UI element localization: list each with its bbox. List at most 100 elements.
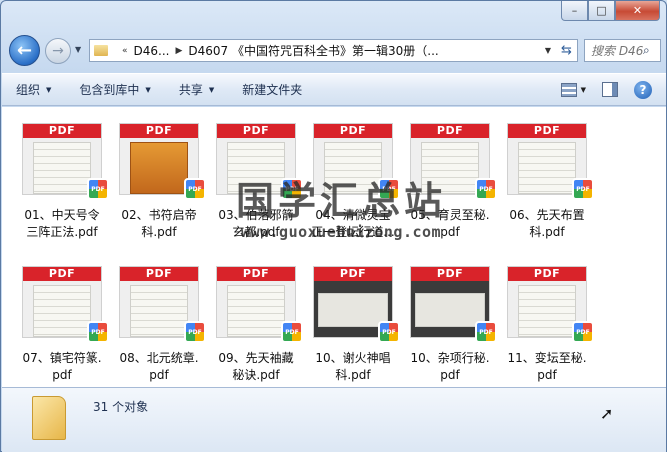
- pdf-thumbnail: PDF PDF: [216, 123, 303, 200]
- maximize-button[interactable]: □: [588, 1, 615, 21]
- close-button[interactable]: ✕: [615, 1, 660, 21]
- new-folder-label: 新建文件夹: [242, 83, 303, 97]
- refresh-button[interactable]: ⇆: [556, 39, 578, 62]
- pdf-app-icon: PDF: [378, 178, 400, 200]
- pdf-app-icon: PDF: [572, 178, 594, 200]
- explorer-window: – □ ✕ ← → ▼ « D46... ▶ D4607 《中国符咒百科全书》第…: [0, 0, 667, 452]
- file-item[interactable]: PDF PDF 10、杂项行秘. pdf: [402, 258, 498, 382]
- file-item[interactable]: PDF PDF 02、书符启帝 科.pdf: [111, 115, 207, 239]
- file-name: 05、育灵至秘. pdf: [410, 208, 490, 239]
- breadcrumb-current[interactable]: D4607 《中国符咒百科全书》第一辑30册（...: [188, 42, 438, 59]
- file-item[interactable]: PDF PDF 05、育灵至秘. pdf: [402, 115, 498, 239]
- address-bar[interactable]: « D46... ▶ D4607 《中国符咒百科全书》第一辑30册（... ▼: [89, 39, 557, 62]
- navigation-bar: ← → ▼ « D46... ▶ D4607 《中国符咒百科全书》第一辑30册（…: [9, 35, 661, 66]
- pdf-label: PDF: [23, 124, 101, 138]
- share-label: 共享: [178, 83, 203, 97]
- folder-icon: [32, 396, 66, 440]
- pdf-thumbnail: PDF PDF: [119, 123, 206, 200]
- share-menu[interactable]: 共享 ▼: [165, 81, 228, 98]
- pdf-label: PDF: [217, 124, 295, 138]
- pdf-thumbnail: PDF PDF: [22, 266, 109, 343]
- pdf-thumbnail: PDF PDF: [313, 123, 400, 200]
- pdf-label: PDF: [411, 124, 489, 138]
- recent-pages-dropdown[interactable]: ▼: [75, 45, 81, 54]
- breadcrumb-parent[interactable]: D46...: [134, 44, 170, 58]
- pdf-label: PDF: [120, 267, 198, 281]
- file-name: 10、谢火神唱 科.pdf: [315, 351, 391, 382]
- pdf-thumbnail: PDF PDF: [119, 266, 206, 343]
- command-toolbar: 组织 ▼ 包含到库中 ▼ 共享 ▼ 新建文件夹 ▼ ?: [2, 73, 666, 106]
- pdf-app-icon: PDF: [475, 178, 497, 200]
- pdf-label: PDF: [217, 267, 295, 281]
- file-item[interactable]: PDF PDF 07、镇宅符篆. pdf: [14, 258, 110, 382]
- mouse-pointer-icon: ➚: [600, 404, 614, 423]
- pdf-label: PDF: [508, 267, 586, 281]
- pdf-label: PDF: [314, 124, 392, 138]
- pdf-label: PDF: [508, 124, 586, 138]
- file-item[interactable]: PDF PDF 10、谢火神唱 科.pdf: [305, 258, 401, 382]
- search-input[interactable]: [591, 43, 643, 58]
- new-folder-button[interactable]: 新建文件夹: [228, 81, 316, 98]
- toolbar-right-group: ▼ ?: [560, 80, 666, 99]
- pdf-thumbnail: PDF PDF: [216, 266, 303, 343]
- pdf-thumbnail: PDF PDF: [22, 123, 109, 200]
- organize-label: 组织: [16, 83, 41, 97]
- organize-menu[interactable]: 组织 ▼: [2, 81, 65, 98]
- pdf-label: PDF: [23, 267, 101, 281]
- search-icon[interactable]: ⌕: [643, 43, 650, 58]
- file-item[interactable]: PDF PDF 09、先天袖藏 秘诀.pdf: [208, 258, 304, 382]
- pdf-thumbnail: PDF PDF: [410, 266, 497, 343]
- chevron-down-icon: ▼: [145, 85, 151, 94]
- pdf-app-icon: PDF: [184, 321, 206, 343]
- include-in-library-menu[interactable]: 包含到库中 ▼: [65, 81, 164, 98]
- file-name: 08、北元统章. pdf: [119, 351, 199, 382]
- pdf-app-icon: PDF: [87, 321, 109, 343]
- file-name: 04、清微灵宝 正一登坛行道...: [311, 208, 395, 239]
- pdf-thumbnail: PDF PDF: [313, 266, 400, 343]
- folder-icon: [94, 45, 108, 56]
- chevron-down-icon: ▼: [580, 85, 586, 94]
- item-count: 31 个对象: [93, 400, 149, 414]
- file-name: 11、变坛至秘. pdf: [507, 351, 587, 382]
- help-icon[interactable]: ?: [634, 80, 652, 99]
- forward-arrow-icon: →: [52, 43, 64, 59]
- pdf-label: PDF: [120, 124, 198, 138]
- pdf-app-icon: PDF: [475, 321, 497, 343]
- preview-pane-icon[interactable]: [602, 82, 618, 97]
- file-item[interactable]: PDF PDF 11、变坛至秘. pdf: [499, 258, 595, 382]
- chevron-down-icon: ▼: [208, 85, 215, 94]
- file-item[interactable]: PDF PDF 01、中天号令 三阵正法.pdf: [14, 115, 110, 239]
- include-in-library-label: 包含到库中: [79, 83, 140, 97]
- pdf-app-icon: PDF: [281, 321, 303, 343]
- minimize-button[interactable]: –: [561, 1, 588, 21]
- pdf-app-icon: PDF: [87, 178, 109, 200]
- change-view-button[interactable]: ▼: [560, 82, 586, 97]
- file-name: 07、镇宅符篆. pdf: [22, 351, 102, 382]
- file-item[interactable]: PDF PDF 04、清微灵宝 正一登坛行道...: [305, 115, 401, 239]
- details-pane: 31 个对象 ➚: [2, 387, 666, 452]
- caption-buttons: – □ ✕: [561, 1, 660, 23]
- file-item[interactable]: PDF PDF 03、伯落邪箭 玄都.pdf: [208, 115, 304, 239]
- file-name: 10、杂项行秘. pdf: [410, 351, 490, 382]
- file-item[interactable]: PDF PDF 06、先天布置 科.pdf: [499, 115, 595, 239]
- file-name: 09、先天袖藏 秘诀.pdf: [218, 351, 294, 382]
- refresh-icon: ⇆: [561, 43, 572, 58]
- chevron-down-icon: ▼: [46, 85, 52, 94]
- forward-button[interactable]: →: [45, 38, 71, 64]
- pdf-app-icon: PDF: [572, 321, 594, 343]
- chevron-left-double-icon[interactable]: «: [122, 46, 128, 56]
- chevron-right-icon[interactable]: ▶: [175, 46, 182, 56]
- file-name: 02、书符启帝 科.pdf: [121, 208, 197, 239]
- view-icon: [560, 82, 577, 97]
- chevron-down-icon[interactable]: ▼: [540, 46, 556, 55]
- file-item[interactable]: PDF PDF 08、北元统章. pdf: [111, 258, 207, 382]
- pdf-thumbnail: PDF PDF: [507, 123, 594, 200]
- search-box[interactable]: ⌕: [584, 39, 661, 62]
- pdf-app-icon: PDF: [184, 178, 206, 200]
- back-button[interactable]: ←: [9, 35, 40, 66]
- pdf-label: PDF: [411, 267, 489, 281]
- file-list: PDF PDF 01、中天号令 三阵正法.pdf PDF PDF 02、书符启帝 科.p…: [2, 107, 666, 387]
- pdf-app-icon: PDF: [378, 321, 400, 343]
- pdf-thumbnail: PDF PDF: [507, 266, 594, 343]
- back-arrow-icon: ←: [16, 40, 33, 61]
